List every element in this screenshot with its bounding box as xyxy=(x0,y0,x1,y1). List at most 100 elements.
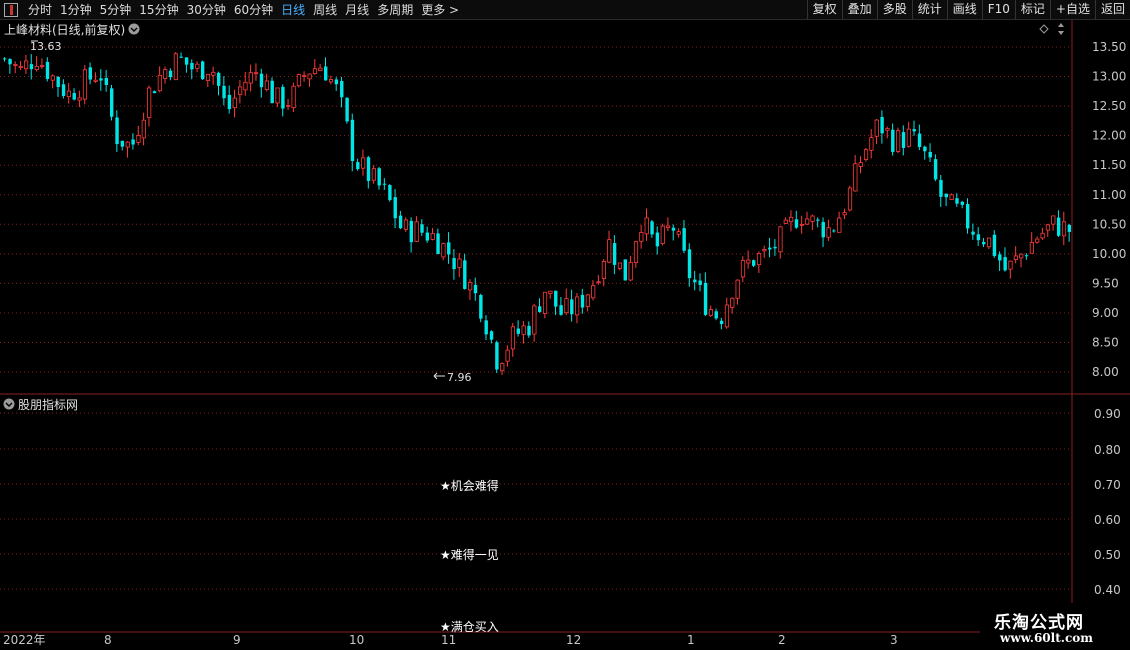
candle-body xyxy=(703,282,708,315)
candle-body xyxy=(40,64,45,67)
candle-body xyxy=(115,117,119,145)
candle-body xyxy=(430,232,435,240)
candle-body xyxy=(832,230,836,232)
statistics-button[interactable]: 统计 xyxy=(911,0,947,20)
signal-label: ★满仓买入 xyxy=(440,620,499,634)
candle-body xyxy=(735,279,740,299)
candle-body xyxy=(217,72,221,86)
candle-body xyxy=(1067,224,1072,232)
tab-period[interactable]: 1分钟 xyxy=(56,0,96,20)
kline-chart[interactable]: 上峰材料(日线,前复权) 股朋指标网 13.63 7.96 13.50 13.0… xyxy=(0,20,1130,650)
candle-body xyxy=(542,291,548,314)
candle-body xyxy=(570,299,574,315)
high-price-label: 13.63 xyxy=(30,40,62,53)
date-tick: 2022年 xyxy=(3,633,46,647)
candle-body xyxy=(548,290,553,294)
back-button[interactable]: 返回 xyxy=(1094,0,1130,20)
candle-body xyxy=(912,129,916,132)
candle-body xyxy=(120,140,125,147)
tab-period[interactable]: 分时 xyxy=(24,0,56,20)
chevron-down-icon[interactable] xyxy=(3,398,15,410)
add-watchlist-button[interactable]: +自选 xyxy=(1049,0,1095,20)
candle-body xyxy=(457,258,462,268)
tab-period[interactable]: 多周期 xyxy=(373,0,417,20)
candle-body xyxy=(232,97,237,109)
candle-body xyxy=(200,61,205,80)
candle-body xyxy=(420,224,424,233)
indicator-tick: 0.60 xyxy=(1094,513,1121,527)
candle-body xyxy=(532,305,537,335)
indicator-tick: 0.50 xyxy=(1094,548,1121,562)
candle-body xyxy=(623,259,627,281)
indicator-axis: 0.90 0.80 0.70 0.60 0.50 0.40 xyxy=(1094,407,1121,597)
chevron-down-icon[interactable] xyxy=(128,23,140,35)
tab-period[interactable]: 5分钟 xyxy=(96,0,136,20)
candle-body xyxy=(29,64,34,70)
candle-body xyxy=(971,231,975,235)
candle-body xyxy=(13,63,18,66)
candle-body xyxy=(371,168,376,181)
candle-body xyxy=(1056,217,1061,236)
candle-body xyxy=(869,137,874,151)
layout-icon[interactable] xyxy=(4,3,18,17)
candle-body xyxy=(222,85,226,99)
candle-body xyxy=(18,65,23,68)
candle-body xyxy=(1051,215,1056,225)
tab-period[interactable]: 日线 xyxy=(277,0,309,20)
candle-body xyxy=(896,130,901,152)
candle-body xyxy=(1003,257,1007,271)
candle-body xyxy=(810,215,815,222)
candle-body xyxy=(960,201,965,205)
tab-period[interactable]: 15分钟 xyxy=(135,0,182,20)
indicator-signals: ★机会难得 ★难得一见 ★满仓买入 xyxy=(440,478,499,634)
draw-line-button[interactable]: 画线 xyxy=(946,0,982,20)
candle-body xyxy=(1045,224,1051,231)
candle-body xyxy=(414,221,419,242)
tab-period[interactable]: 30分钟 xyxy=(183,0,230,20)
candle-body xyxy=(933,159,938,180)
candle-body xyxy=(580,294,585,308)
price-tick: 9.00 xyxy=(1092,306,1119,320)
candle-body xyxy=(163,69,168,79)
candle-body xyxy=(350,119,355,162)
candle-body xyxy=(141,119,146,139)
candle-body xyxy=(61,84,66,96)
candle-body xyxy=(982,241,986,245)
candle-body xyxy=(328,79,334,83)
candle-body xyxy=(1040,232,1045,239)
candle-body xyxy=(559,305,563,315)
date-tick: 2 xyxy=(778,633,786,647)
candle-body xyxy=(917,133,922,147)
mark-button[interactable]: 标记 xyxy=(1014,0,1050,20)
tab-more[interactable]: 更多 > xyxy=(417,0,463,20)
scroll-arrows-icon[interactable] xyxy=(1058,23,1064,35)
candle-body xyxy=(1029,242,1034,254)
candle-body xyxy=(382,183,387,185)
candle-body xyxy=(125,141,130,148)
candle-body xyxy=(789,216,794,223)
candle-body xyxy=(281,86,285,109)
overlay-button[interactable]: 叠加 xyxy=(841,0,877,20)
candle-body xyxy=(510,326,516,350)
restore-rights-button[interactable]: 复权 xyxy=(806,0,842,20)
candle-body xyxy=(377,168,381,186)
tab-period[interactable]: 60分钟 xyxy=(230,0,277,20)
candle-body xyxy=(816,219,820,221)
candle-body xyxy=(714,311,718,319)
candle-body xyxy=(564,298,569,314)
candle-body xyxy=(585,294,590,308)
candle-body xyxy=(842,212,847,216)
candle-body xyxy=(356,162,360,170)
tab-period[interactable]: 月线 xyxy=(341,0,373,20)
candle-body xyxy=(318,67,323,72)
period-tabs: 分时 1分钟 5分钟 15分钟 30分钟 60分钟 日线 周线 月线 多周期 更… xyxy=(0,0,463,20)
multi-stock-button[interactable]: 多股 xyxy=(876,0,912,20)
diamond-icon[interactable] xyxy=(1039,24,1049,34)
candle-body xyxy=(671,227,676,231)
candle-body xyxy=(243,81,248,91)
candle-body xyxy=(468,281,473,291)
f10-button[interactable]: F10 xyxy=(981,0,1015,20)
tab-period[interactable]: 周线 xyxy=(309,0,341,20)
candle-body xyxy=(601,261,607,279)
candle-body xyxy=(398,215,403,229)
